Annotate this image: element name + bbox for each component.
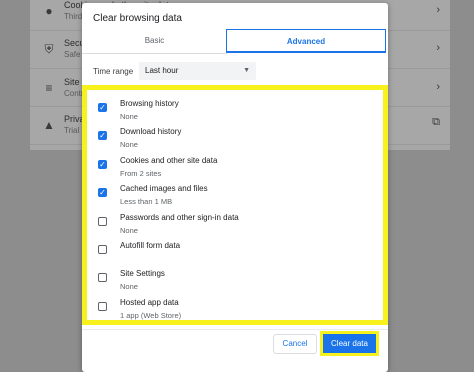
- option-title: Passwords and other sign-in data: [120, 213, 239, 222]
- footer-divider: [82, 329, 388, 330]
- external-link-icon: ⧉: [432, 116, 440, 128]
- option-site-settings[interactable]: Site Settings None: [98, 269, 358, 295]
- time-range-select[interactable]: Last hour ▼: [139, 62, 256, 80]
- clear-browsing-data-dialog: Clear browsing data Basic Advanced Time …: [82, 3, 388, 372]
- tab-basic[interactable]: Basic: [82, 29, 227, 54]
- option-title: Autofill form data: [120, 241, 181, 250]
- time-range-value: Last hour: [145, 66, 179, 75]
- options-highlight-box: ✓ Browsing history None ✓ Download histo…: [82, 85, 388, 325]
- checkbox-checked[interactable]: ✓: [98, 103, 107, 112]
- clear-data-button[interactable]: Clear data: [323, 334, 376, 353]
- caret-down-icon: ▼: [243, 67, 250, 74]
- option-hosted-app-data[interactable]: Hosted app data 1 app (Web Store): [98, 298, 358, 324]
- tab-advanced[interactable]: Advanced: [226, 29, 386, 53]
- option-download-history[interactable]: ✓ Download history None: [98, 127, 358, 153]
- option-title: Download history: [120, 127, 182, 136]
- option-title: Hosted app data: [120, 298, 179, 307]
- checkbox-unchecked[interactable]: [98, 217, 107, 226]
- option-title: Cookies and other site data: [120, 156, 218, 165]
- time-range-label: Time range: [93, 67, 134, 76]
- settings-row-subtitle: Contr: [64, 89, 84, 98]
- checkbox-unchecked[interactable]: [98, 273, 107, 282]
- chevron-right-icon: ›: [436, 42, 440, 54]
- option-autofill[interactable]: Autofill form data: [98, 241, 358, 267]
- checkbox-checked[interactable]: ✓: [98, 131, 107, 140]
- clear-button-highlight: Clear data: [320, 331, 379, 356]
- option-browsing-history[interactable]: ✓ Browsing history None: [98, 99, 358, 125]
- option-passwords[interactable]: Passwords and other sign-in data None: [98, 213, 358, 239]
- option-description: None: [120, 282, 138, 291]
- checkbox-unchecked[interactable]: [98, 302, 107, 311]
- cookie-icon: ●: [45, 4, 53, 18]
- flask-icon: ▲: [43, 118, 55, 132]
- option-cookies[interactable]: ✓ Cookies and other site data From 2 sit…: [98, 156, 358, 182]
- checkbox-checked[interactable]: ✓: [98, 160, 107, 169]
- checkbox-unchecked[interactable]: [98, 245, 107, 254]
- settings-row-subtitle: Safe: [64, 50, 81, 59]
- chevron-right-icon: ›: [436, 4, 440, 16]
- option-description: From 2 sites: [120, 169, 162, 178]
- option-description: None: [120, 140, 138, 149]
- sliders-icon: ≡: [45, 81, 53, 95]
- dialog-title: Clear browsing data: [93, 13, 182, 24]
- option-description: 1 app (Web Store): [120, 311, 182, 320]
- option-description: None: [120, 226, 138, 235]
- cancel-button[interactable]: Cancel: [273, 334, 317, 354]
- checkbox-checked[interactable]: ✓: [98, 188, 107, 197]
- option-cached-images[interactable]: ✓ Cached images and files Less than 1 MB: [98, 184, 358, 210]
- settings-row-subtitle: Third: [64, 12, 83, 21]
- option-description: Less than 1 MB: [120, 197, 173, 206]
- settings-row-subtitle: Trial: [64, 126, 80, 135]
- option-description: None: [120, 112, 138, 121]
- shield-icon: ⛨: [44, 42, 54, 56]
- option-title: Cached images and files: [120, 184, 208, 193]
- option-title: Browsing history: [120, 99, 179, 108]
- option-title: Site Settings: [120, 269, 165, 278]
- chevron-right-icon: ›: [436, 81, 440, 93]
